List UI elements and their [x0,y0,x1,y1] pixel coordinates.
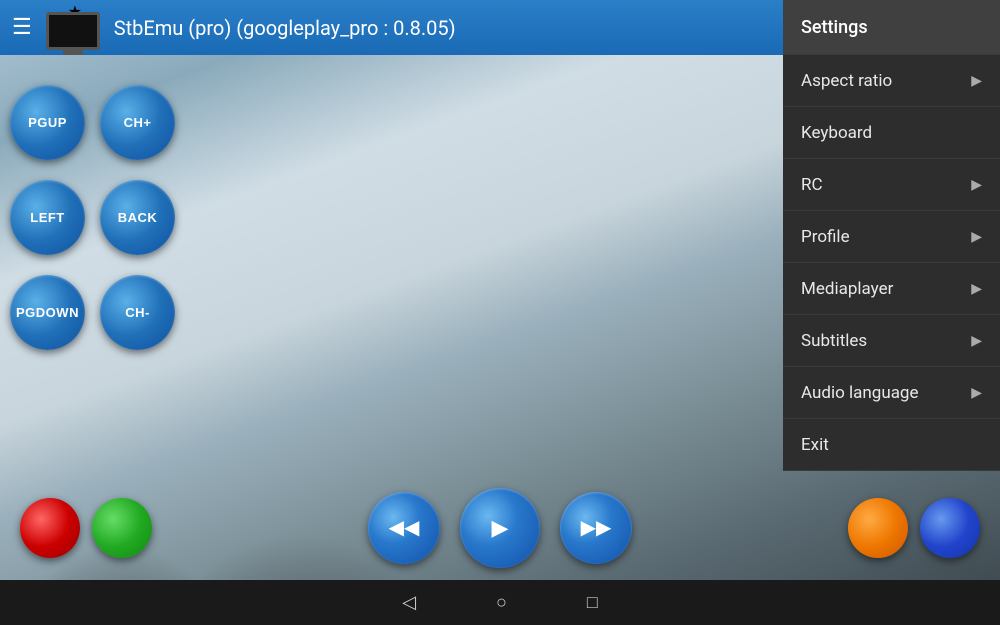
chevron-right-icon: ▶ [971,73,982,89]
menu-item-settings[interactable]: Settings [783,0,1000,55]
chevron-right-icon-audio: ▶ [971,385,982,401]
menu-item-audio-language[interactable]: Audio language ▶ [783,367,1000,419]
orange-button[interactable] [848,498,908,558]
control-row-1: PGUP CH+ [10,85,175,160]
controls-panel: PGUP CH+ LEFT BACK PGDOWN CH- [0,55,220,485]
menu-item-exit-label: Exit [801,435,829,455]
rewind-icon: ◀◀ [389,515,420,540]
play-button[interactable]: ▶ [460,488,540,568]
menu-item-subtitles-label: Subtitles [801,331,867,351]
chevron-right-icon-mediaplayer: ▶ [971,281,982,297]
menu-item-rc[interactable]: RC ▶ [783,159,1000,211]
chevron-right-icon-profile: ▶ [971,229,982,245]
play-icon: ▶ [492,515,509,541]
control-row-3: PGDOWN CH- [10,275,175,350]
chminus-button[interactable]: CH- [100,275,175,350]
control-row-2: LEFT BACK [10,180,175,255]
blue-button[interactable] [920,498,980,558]
tv-stand-icon [63,50,83,55]
menu-item-keyboard[interactable]: Keyboard [783,107,1000,159]
menu-item-exit[interactable]: Exit [783,419,1000,471]
menu-item-aspect-ratio-label: Aspect ratio [801,71,892,91]
chevron-right-icon-subtitles: ▶ [971,333,982,349]
menu-item-audio-language-label: Audio language [801,383,919,403]
menu-item-profile-label: Profile [801,227,850,247]
app-header: ☰ ★ StbEmu (pro) (googleplay_pro : 0.8.0… [0,0,783,55]
menu-item-mediaplayer[interactable]: Mediaplayer ▶ [783,263,1000,315]
tv-screen-icon [46,12,100,50]
rewind-button[interactable]: ◀◀ [368,492,440,564]
back-nav-button[interactable]: ◁ [402,592,416,613]
recent-nav-button[interactable]: □ [587,592,598,613]
red-button[interactable] [20,498,80,558]
pgdown-button[interactable]: PGDOWN [10,275,85,350]
back-button[interactable]: BACK [100,180,175,255]
left-button[interactable]: LEFT [10,180,85,255]
menu-item-profile[interactable]: Profile ▶ [783,211,1000,263]
media-controls: ◀◀ ▶ ▶▶ [0,485,1000,570]
green-button[interactable] [92,498,152,558]
menu-item-aspect-ratio[interactable]: Aspect ratio ▶ [783,55,1000,107]
forward-button[interactable]: ▶▶ [560,492,632,564]
app-logo: ★ [46,6,100,50]
forward-icon: ▶▶ [581,515,612,540]
menu-item-keyboard-label: Keyboard [801,123,872,143]
menu-item-subtitles[interactable]: Subtitles ▶ [783,315,1000,367]
app-title: StbEmu (pro) (googleplay_pro : 0.8.05) [114,16,456,40]
chplus-button[interactable]: CH+ [100,85,175,160]
pgup-button[interactable]: PGUP [10,85,85,160]
chevron-right-icon-rc: ▶ [971,177,982,193]
menu-item-rc-label: RC [801,175,823,195]
context-menu: Settings Aspect ratio ▶ Keyboard RC ▶ Pr… [783,0,1000,471]
color-buttons-right [848,498,980,558]
color-buttons-left [20,498,152,558]
menu-item-mediaplayer-label: Mediaplayer [801,279,893,299]
home-nav-button[interactable]: ○ [496,592,507,613]
hamburger-icon[interactable]: ☰ [12,17,32,39]
bottom-nav-bar: ◁ ○ □ [0,580,1000,625]
menu-item-settings-label: Settings [801,17,868,38]
